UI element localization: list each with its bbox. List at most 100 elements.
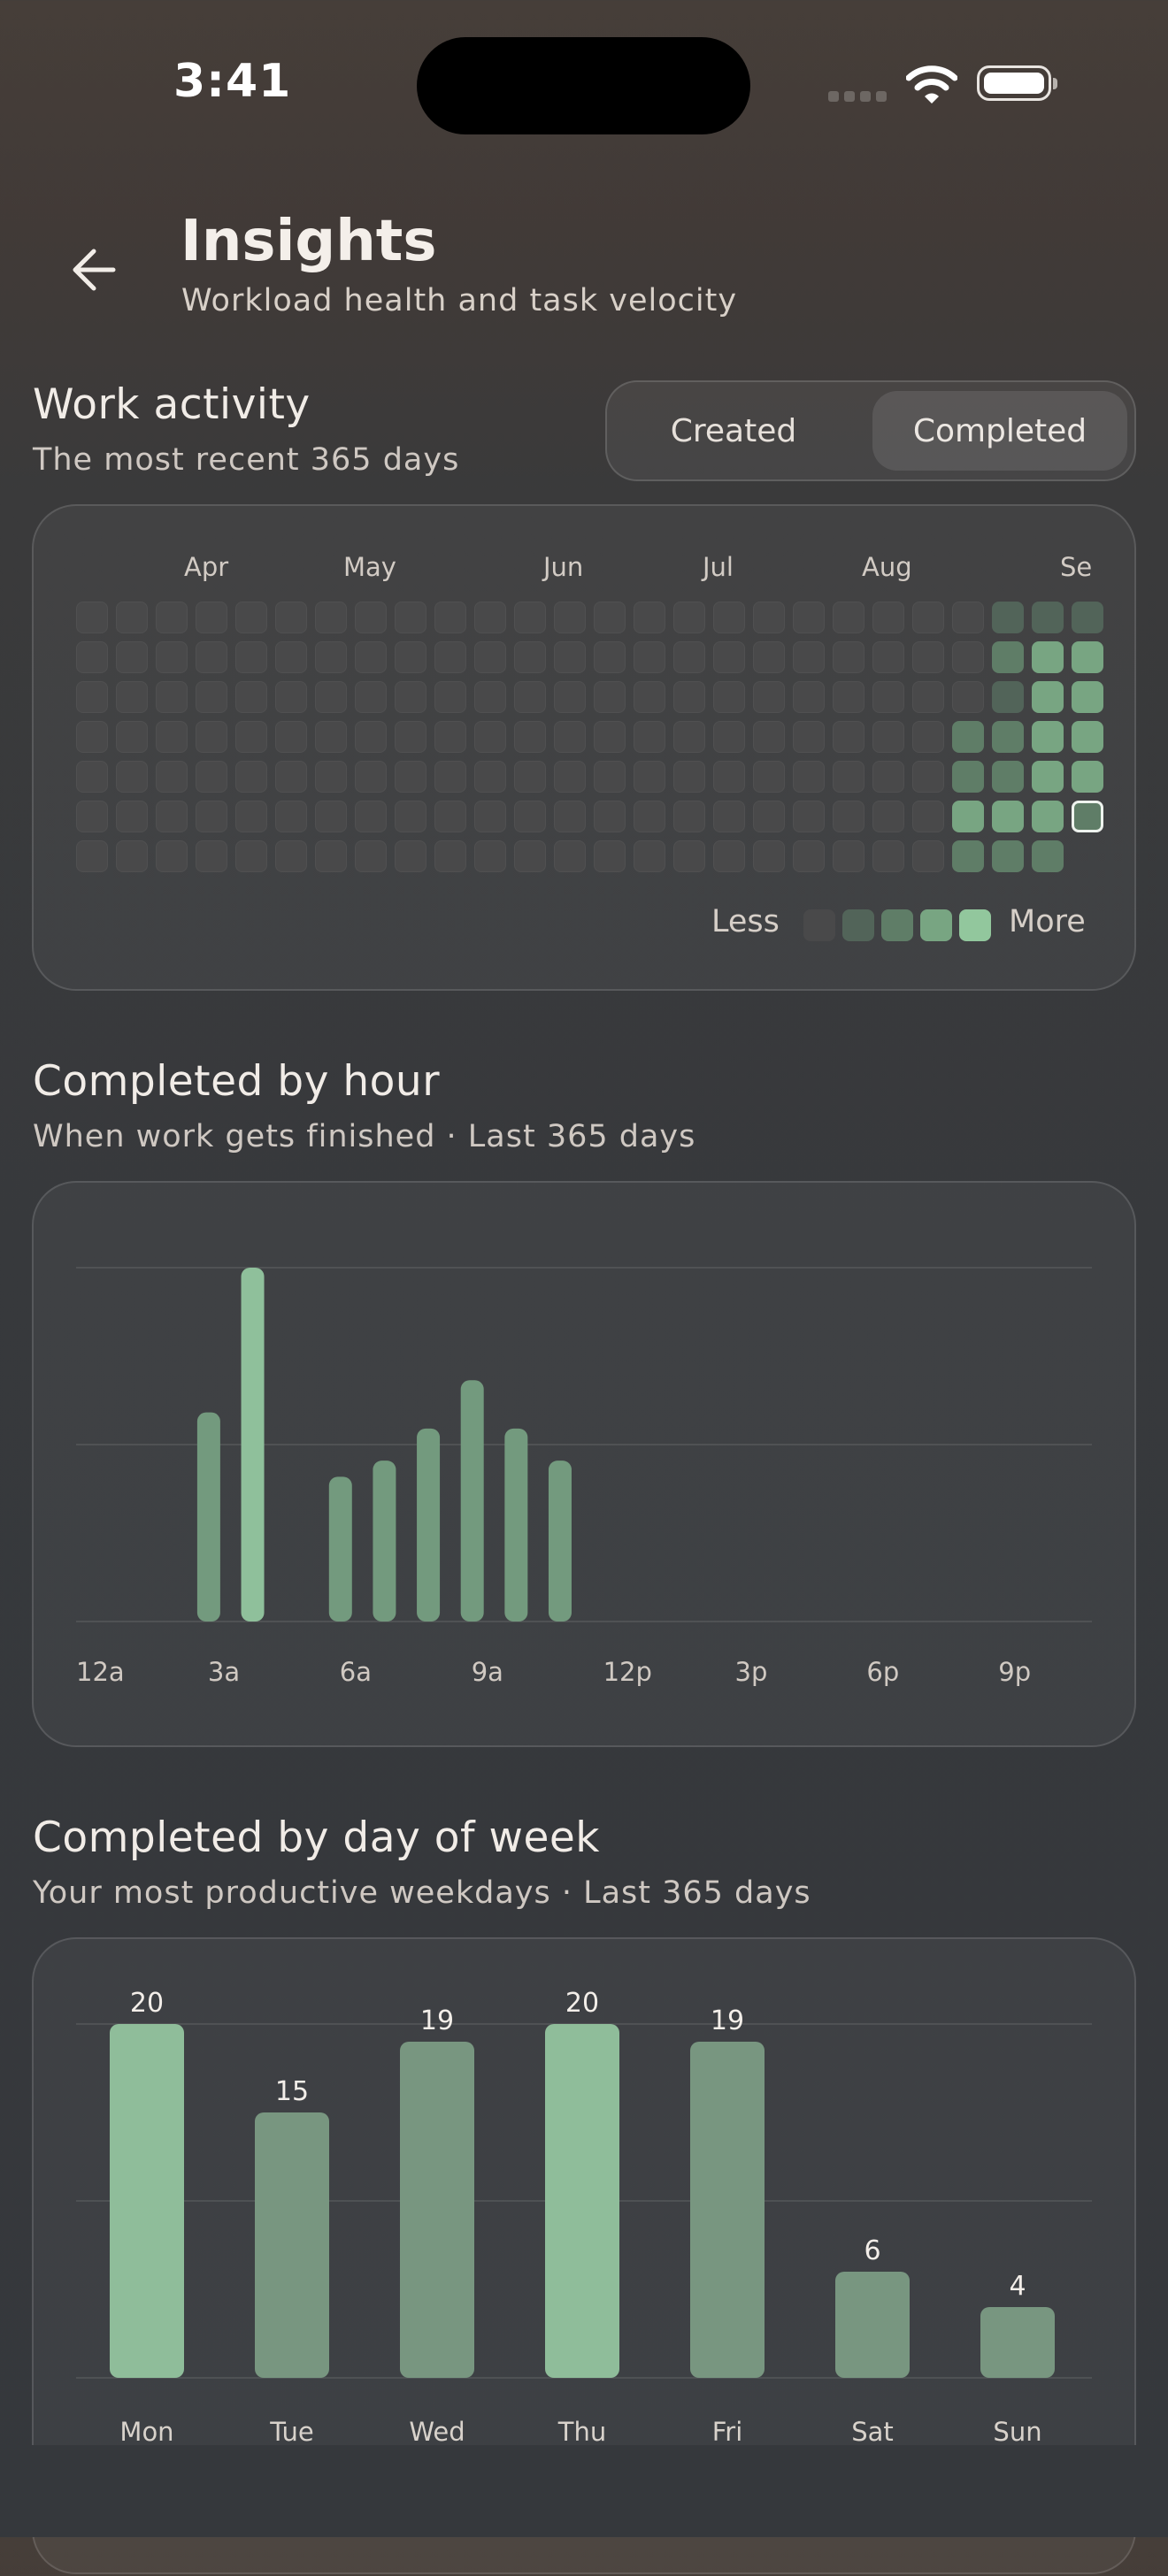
heatmap-cell[interactable]	[952, 840, 984, 872]
heatmap-cell[interactable]	[156, 602, 188, 633]
heatmap-cell[interactable]	[1072, 721, 1103, 753]
dow-bar[interactable]	[690, 2042, 765, 2378]
heatmap-cell[interactable]	[1032, 602, 1064, 633]
heatmap-cell[interactable]	[713, 840, 745, 872]
heatmap-cell[interactable]	[992, 721, 1024, 753]
dow-bar[interactable]	[400, 2042, 474, 2378]
heatmap-cell[interactable]	[315, 681, 347, 713]
heatmap-cell[interactable]	[1032, 801, 1064, 832]
heatmap-cell[interactable]	[275, 721, 307, 753]
heatmap-cell[interactable]	[514, 801, 546, 832]
heatmap-cell[interactable]	[514, 602, 546, 633]
heatmap-cell[interactable]	[395, 761, 426, 793]
heatmap-cell[interactable]	[474, 761, 506, 793]
heatmap-cell[interactable]	[514, 721, 546, 753]
heatmap-cell[interactable]	[395, 641, 426, 673]
heatmap-cell[interactable]	[474, 641, 506, 673]
heatmap-cell[interactable]	[355, 801, 387, 832]
heatmap-cell[interactable]	[355, 641, 387, 673]
heatmap-cell[interactable]	[594, 840, 626, 872]
heatmap-cell[interactable]	[554, 602, 586, 633]
heatmap-cell[interactable]	[1072, 761, 1103, 793]
heatmap-cell[interactable]	[315, 721, 347, 753]
heatmap-cell[interactable]	[554, 801, 586, 832]
heatmap-cell[interactable]	[554, 761, 586, 793]
heatmap-cell[interactable]	[196, 641, 227, 673]
heatmap-cell[interactable]	[912, 801, 944, 832]
heatmap-cell[interactable]	[673, 602, 705, 633]
heatmap-cell[interactable]	[872, 721, 904, 753]
heatmap-cell[interactable]	[434, 761, 466, 793]
heatmap-cell[interactable]	[872, 761, 904, 793]
heatmap-cell[interactable]	[315, 761, 347, 793]
heatmap-cell[interactable]	[952, 801, 984, 832]
heatmap-cell[interactable]	[235, 721, 267, 753]
heatmap-cell[interactable]	[793, 641, 825, 673]
heatmap-cell[interactable]	[713, 681, 745, 713]
heatmap-cell[interactable]	[594, 761, 626, 793]
heatmap-cell[interactable]	[713, 602, 745, 633]
heatmap-cell[interactable]	[514, 641, 546, 673]
heatmap-cell[interactable]	[116, 840, 148, 872]
heatmap-cell[interactable]	[793, 721, 825, 753]
heatmap-cell[interactable]	[833, 681, 864, 713]
heatmap-cell[interactable]	[315, 641, 347, 673]
heatmap-cell[interactable]	[793, 840, 825, 872]
heatmap-cell[interactable]	[872, 840, 904, 872]
heatmap-cell[interactable]	[952, 641, 984, 673]
heatmap-cell[interactable]	[514, 681, 546, 713]
heatmap-cell[interactable]	[116, 641, 148, 673]
heatmap-cell[interactable]	[235, 602, 267, 633]
dow-bar[interactable]	[980, 2307, 1055, 2378]
hour-bar[interactable]	[504, 1428, 528, 1622]
heatmap-cell[interactable]	[753, 681, 785, 713]
heatmap-cell[interactable]	[594, 641, 626, 673]
heatmap-cell[interactable]	[673, 641, 705, 673]
heatmap-cell[interactable]	[235, 641, 267, 673]
heatmap-cell[interactable]	[76, 840, 108, 872]
heatmap-cell[interactable]	[76, 681, 108, 713]
dow-bar[interactable]	[255, 2112, 329, 2378]
heatmap-cell[interactable]	[355, 761, 387, 793]
heatmap-cell[interactable]	[156, 840, 188, 872]
heatmap-cell[interactable]	[196, 721, 227, 753]
heatmap-cell[interactable]	[434, 641, 466, 673]
heatmap-cell[interactable]	[196, 681, 227, 713]
heatmap-cell[interactable]	[156, 681, 188, 713]
heatmap-cell[interactable]	[395, 801, 426, 832]
heatmap-cell[interactable]	[1032, 840, 1064, 872]
heatmap-cell[interactable]	[793, 602, 825, 633]
heatmap-cell[interactable]	[912, 840, 944, 872]
heatmap-cell[interactable]	[474, 681, 506, 713]
heatmap-cell[interactable]	[833, 721, 864, 753]
heatmap-cell[interactable]	[156, 641, 188, 673]
hour-bar[interactable]	[196, 1412, 220, 1622]
hour-bar[interactable]	[241, 1268, 265, 1622]
heatmap-cell[interactable]	[116, 681, 148, 713]
heatmap-cell[interactable]	[1072, 602, 1103, 633]
heatmap-cell[interactable]	[1032, 721, 1064, 753]
heatmap-cell[interactable]	[594, 721, 626, 753]
heatmap-cell[interactable]	[355, 721, 387, 753]
heatmap-cell[interactable]	[872, 801, 904, 832]
dow-bar[interactable]	[545, 2024, 619, 2378]
heatmap-cell[interactable]	[753, 840, 785, 872]
heatmap-cell[interactable]	[992, 801, 1024, 832]
heatmap-cell[interactable]	[355, 602, 387, 633]
heatmap-cell[interactable]	[833, 602, 864, 633]
heatmap-cell[interactable]	[833, 801, 864, 832]
heatmap-cell[interactable]	[992, 641, 1024, 673]
heatmap-cell[interactable]	[355, 840, 387, 872]
heatmap-cell[interactable]	[713, 801, 745, 832]
heatmap-cell[interactable]	[634, 681, 665, 713]
heatmap-cell[interactable]	[833, 641, 864, 673]
toggle-created[interactable]: Created	[618, 391, 849, 471]
heatmap-cell[interactable]	[275, 681, 307, 713]
heatmap-cell[interactable]	[673, 801, 705, 832]
heatmap-cell[interactable]	[434, 681, 466, 713]
heatmap-cell[interactable]	[554, 681, 586, 713]
heatmap-cell[interactable]	[634, 602, 665, 633]
heatmap-cell[interactable]	[554, 641, 586, 673]
hour-bar[interactable]	[460, 1380, 484, 1622]
heatmap-cell[interactable]	[793, 761, 825, 793]
